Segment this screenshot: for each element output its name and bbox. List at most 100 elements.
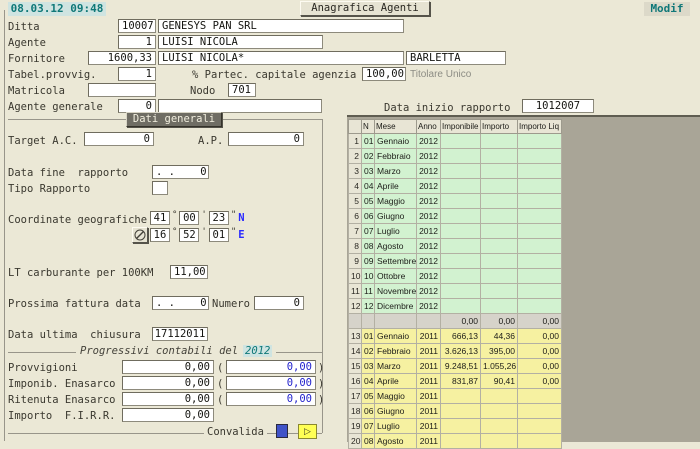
agente-name-field[interactable]: LUISI NICOLA [158,35,323,49]
table-row[interactable]: 909Settembre2012 [349,254,562,269]
provvigioni-alt-field[interactable]: 0,00 [226,360,316,374]
table-row[interactable]: 1111Novembre2012 [349,284,562,299]
lon-sec-field[interactable]: 01 [209,228,229,242]
cell-impo [481,224,518,239]
data-fine-rapporto-field[interactable]: . . 0 [152,165,209,179]
table-row[interactable]: 1604Aprile2011831,8790,410,00 [349,374,562,389]
ritenuta-enasarco-field[interactable]: 0,00 [122,392,214,406]
cell-imp [441,194,481,209]
lat-min-field[interactable]: 00 [179,211,199,225]
cell-no: 10 [349,269,362,284]
table-total-row[interactable]: 0,000,000,00 [349,314,562,329]
tipo-rapporto-field[interactable] [152,181,168,195]
target-ap-field[interactable]: 0 [228,132,304,146]
col-n-header: N [362,120,375,134]
imponib-enasarco-field[interactable]: 0,00 [122,376,214,390]
target-ac-field[interactable]: 0 [84,132,154,146]
compass-button[interactable] [132,227,148,243]
agente-code-field[interactable]: 1 [118,35,156,49]
lon-min-field[interactable]: 52 [179,228,199,242]
data-inizio-rapporto-field[interactable]: 1012007 [522,99,594,113]
table-row[interactable]: 1705Maggio2011 [349,389,562,404]
agente-generale-code-field[interactable]: 0 [118,99,156,113]
cell-mese: Luglio [375,224,417,239]
table-row[interactable]: 2008Agosto2011 [349,434,562,449]
cell-liq [518,269,562,284]
dati-generali-button[interactable]: Dati generali [126,112,222,127]
cell-liq [518,134,562,149]
prossima-fattura-data-field[interactable]: . . 0 [152,296,209,310]
table-row[interactable]: 1806Giugno2011 [349,404,562,419]
partec-capitale-label: % Partec. capitale agenzia [192,69,356,81]
table-row[interactable]: 606Giugno2012 [349,209,562,224]
convalida-run-button[interactable]: ▷ [298,424,317,439]
lat-sec-field[interactable]: 23 [209,211,229,225]
tipo-rapporto-label: Tipo Rapporto [8,183,90,195]
agente-generale-name-field[interactable] [158,99,322,113]
cell-anno [417,314,441,329]
imponib-enasarco-alt-field[interactable]: 0,00 [226,376,316,390]
progressivi-title: Progressivi contabili del2012 [76,345,276,357]
nodo-field[interactable]: 701 [228,83,256,97]
provvigioni-field[interactable]: 0,00 [122,360,214,374]
partec-capitale-field[interactable]: 100,00 [362,67,406,81]
cell-n: 10 [362,269,375,284]
table-row[interactable]: 202Febbraio2012 [349,149,562,164]
dati-generali-group-bottom-border [8,433,322,434]
cell-imp [441,419,481,434]
cell-liq: 0,00 [518,314,562,329]
fornitore-code-field[interactable]: 1600,33 [88,51,156,65]
fornitore-name-field[interactable]: LUISI NICOLA* [158,51,404,65]
cell-no: 9 [349,254,362,269]
cell-impo [481,404,518,419]
cell-imp [441,269,481,284]
table-row[interactable]: 1402Febbraio20113.626,13395,000,00 [349,344,562,359]
tabel-provvig-field[interactable]: 1 [118,67,156,81]
matricola-label: Matricola [8,85,65,97]
table-row[interactable]: 101Gennaio2012 [349,134,562,149]
table-row[interactable]: 303Marzo2012 [349,164,562,179]
cell-mese: Ottobre [375,269,417,284]
table-row[interactable]: 808Agosto2012 [349,239,562,254]
coordinate-label: Coordinate geografiche [8,214,147,226]
data-fine-rapporto-label: Data fine rapporto [8,167,128,179]
screen-title-button[interactable]: Anagrafica Agenti [300,1,430,16]
ritenuta-enasarco-alt-field[interactable]: 0,00 [226,392,316,406]
table-row[interactable]: 1212Dicembre2012 [349,299,562,314]
cell-no [349,314,362,329]
convalida-status-box[interactable] [276,424,288,438]
cell-impo [481,434,518,449]
ditta-code-field[interactable]: 10007 [118,19,156,33]
table-row[interactable]: 505Maggio2012 [349,194,562,209]
cell-no: 4 [349,179,362,194]
table-row[interactable]: 404Aprile2012 [349,179,562,194]
table-row[interactable]: 1907Luglio2011 [349,419,562,434]
ultima-chiusura-field[interactable]: 17112011 [152,327,208,341]
paren-open: ( [217,394,223,406]
cell-impo [481,284,518,299]
table-row[interactable]: 1010Ottobre2012 [349,269,562,284]
longitude-row: 16 ° 52 ' 01 " E [150,228,245,242]
table-row[interactable]: 1301Gennaio2011666,1344,360,00 [349,329,562,344]
prossima-fattura-label: Prossima fattura data [8,298,141,310]
cell-no: 18 [349,404,362,419]
cell-liq [518,239,562,254]
carburante-field[interactable]: 11,00 [170,265,208,279]
table-row[interactable]: 707Luglio2012 [349,224,562,239]
cell-anno: 2011 [417,374,441,389]
fornitore-city-field[interactable]: BARLETTA [406,51,506,65]
cell-no: 13 [349,329,362,344]
lon-deg-field[interactable]: 16 [150,228,170,242]
cell-liq [518,299,562,314]
lat-deg-field[interactable]: 41 [150,211,170,225]
cell-imp: 0,00 [441,314,481,329]
numero-field[interactable]: 0 [254,296,304,310]
cell-n: 06 [362,404,375,419]
matricola-field[interactable] [88,83,156,97]
tabel-provvig-label: Tabel.provvig. [8,69,97,81]
agente-label: Agente [8,37,46,49]
table-row[interactable]: 1503Marzo20119.248,511.055,260,00 [349,359,562,374]
cell-mese: Marzo [375,359,417,374]
ditta-name-field[interactable]: GENESYS PAN SRL [158,19,404,33]
importo-firr-field[interactable]: 0,00 [122,408,214,422]
